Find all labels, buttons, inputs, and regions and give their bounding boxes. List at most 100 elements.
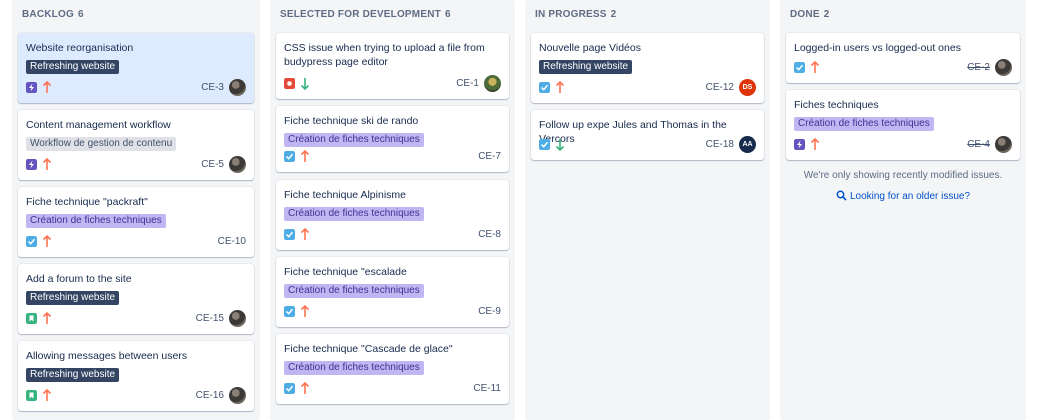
issue-key[interactable]: CE-16: [196, 390, 224, 401]
issue-card[interactable]: Fiche technique "packraft" Création de f…: [18, 187, 254, 257]
arrow-up-icon: [42, 389, 52, 401]
issue-key[interactable]: CE-11: [473, 383, 501, 394]
task-icon: [284, 229, 295, 240]
older-issue-link[interactable]: Looking for an older issue?: [780, 190, 1026, 202]
epic-label[interactable]: Refreshing website: [26, 60, 120, 74]
older-issue-link-text[interactable]: Looking for an older issue?: [850, 191, 970, 202]
epic-label[interactable]: Refreshing website: [26, 368, 120, 382]
task-icon: [539, 139, 550, 150]
epic-label[interactable]: Création de fiches techniques: [284, 284, 424, 298]
epic-label[interactable]: Création de fiches techniques: [284, 361, 424, 375]
arrow-down-icon: [300, 78, 310, 90]
issue-title: Fiche technique "Cascade de glace": [284, 343, 453, 355]
issue-card[interactable]: Follow up expe Jules and Thomas in the V…: [531, 110, 764, 160]
issue-card[interactable]: Fiche technique "Cascade de glace" Créat…: [276, 334, 509, 404]
issue-card[interactable]: Fiche technique "escalade Création de fi…: [276, 257, 509, 327]
epic-label[interactable]: Création de fiches techniques: [26, 214, 166, 228]
column-backlog: BACKLOG 6 Website reorganisation Refreshi…: [12, 0, 260, 420]
epic-icon: [26, 159, 37, 170]
issue-card[interactable]: Allowing messages between users Refreshi…: [18, 341, 254, 411]
epic-label[interactable]: Création de fiches techniques: [794, 117, 934, 131]
issue-key[interactable]: CE-18: [706, 139, 734, 150]
issue-title: Website reorganisation: [26, 42, 134, 54]
issue-title: Fiche technique Alpinisme: [284, 189, 406, 201]
issue-key[interactable]: CE-7: [478, 151, 501, 162]
card-footer: CE-7: [284, 148, 501, 166]
column-in-progress: IN PROGRESS 2 Nouvelle page Vidéos Refres…: [525, 0, 770, 420]
issue-key[interactable]: CE-4: [967, 139, 990, 150]
avatar[interactable]: [995, 59, 1012, 76]
issue-key[interactable]: CE-9: [478, 306, 501, 317]
task-icon: [284, 306, 295, 317]
avatar[interactable]: DS: [739, 79, 756, 96]
arrow-down-icon: [555, 139, 565, 151]
issue-card[interactable]: Add a forum to the site Refreshing websi…: [18, 264, 254, 334]
task-icon: [539, 82, 550, 93]
column-title: SELECTED FOR DEVELOPMENT: [280, 9, 441, 20]
issue-card[interactable]: Fiche technique ski de rando Création de…: [276, 106, 509, 172]
issue-key[interactable]: CE-12: [706, 82, 734, 93]
bug-icon: [284, 78, 295, 89]
card-footer: CE-4: [794, 136, 1012, 154]
issue-key[interactable]: CE-15: [196, 313, 224, 324]
arrow-up-icon: [300, 150, 310, 162]
issue-key[interactable]: CE-2: [967, 62, 990, 73]
search-icon: [836, 190, 847, 201]
arrow-up-icon: [300, 305, 310, 317]
task-icon: [284, 151, 295, 162]
card-footer: CE-16: [26, 387, 246, 405]
issue-key[interactable]: CE-3: [201, 82, 224, 93]
arrow-up-icon: [42, 312, 52, 324]
arrow-up-icon: [555, 81, 565, 93]
issue-title: Allowing messages between users: [26, 350, 188, 362]
issue-title: Fiche technique ski de rando: [284, 115, 419, 127]
issue-card[interactable]: Fiche technique Alpinisme Création de fi…: [276, 180, 509, 250]
epic-icon: [26, 82, 37, 93]
issue-key[interactable]: CE-1: [456, 78, 479, 89]
issue-title: Add a forum to the site: [26, 273, 132, 285]
avatar[interactable]: [484, 75, 501, 92]
issue-card[interactable]: CSS issue when trying to upload a file f…: [276, 33, 509, 99]
epic-label[interactable]: Création de fiches techniques: [284, 207, 424, 221]
issue-key[interactable]: CE-5: [201, 159, 224, 170]
arrow-up-icon: [42, 235, 52, 247]
arrow-up-icon: [810, 138, 820, 150]
avatar[interactable]: [229, 310, 246, 327]
epic-label[interactable]: Création de fiches techniques: [284, 133, 424, 147]
epic-label[interactable]: Refreshing website: [26, 291, 120, 305]
issue-title: Nouvelle page Vidéos: [539, 42, 641, 54]
card-footer: CE-18 AA: [539, 136, 756, 154]
card-footer: CE-10: [26, 233, 246, 251]
card-footer: CE-5: [26, 156, 246, 174]
column-header: SELECTED FOR DEVELOPMENT 6: [280, 9, 451, 20]
issue-card[interactable]: Nouvelle page Vidéos Refreshing website …: [531, 33, 764, 103]
story-icon: [26, 390, 37, 401]
column-header: IN PROGRESS 2: [535, 9, 616, 20]
arrow-up-icon: [300, 382, 310, 394]
card-footer: CE-15: [26, 310, 246, 328]
issue-card[interactable]: Fiches techniques Création de fiches tec…: [786, 90, 1020, 160]
issue-key[interactable]: CE-8: [478, 229, 501, 240]
avatar[interactable]: AA: [739, 136, 756, 153]
avatar[interactable]: [229, 156, 246, 173]
issue-title: CSS issue when trying to upload a file f…: [284, 42, 485, 68]
issue-title: Content management workflow: [26, 119, 171, 131]
column-selected-for-development: SELECTED FOR DEVELOPMENT 6 CSS issue when…: [270, 0, 515, 420]
avatar[interactable]: [229, 79, 246, 96]
issue-card[interactable]: Content management workflow Workflow de …: [18, 110, 254, 180]
issue-key[interactable]: CE-10: [218, 236, 246, 247]
avatar[interactable]: [995, 136, 1012, 153]
column-title: IN PROGRESS: [535, 9, 607, 20]
issue-card[interactable]: Website reorganisation Refreshing websit…: [18, 33, 254, 103]
column-header: BACKLOG 6: [22, 9, 84, 20]
column-done: DONE 2 Logged-in users vs logged-out ones…: [780, 0, 1026, 420]
issue-title: Fiche technique "escalade: [284, 266, 407, 278]
epic-label[interactable]: Refreshing website: [539, 60, 633, 74]
avatar[interactable]: [229, 387, 246, 404]
issue-card[interactable]: Logged-in users vs logged-out ones CE-2: [786, 33, 1020, 83]
board: BACKLOG 6 Website reorganisation Refreshi…: [12, 0, 1028, 420]
card-footer: CE-1: [284, 75, 501, 93]
epic-label[interactable]: Workflow de gestion de contenu: [26, 137, 177, 151]
column-count: 2: [823, 9, 830, 20]
arrow-up-icon: [300, 228, 310, 240]
